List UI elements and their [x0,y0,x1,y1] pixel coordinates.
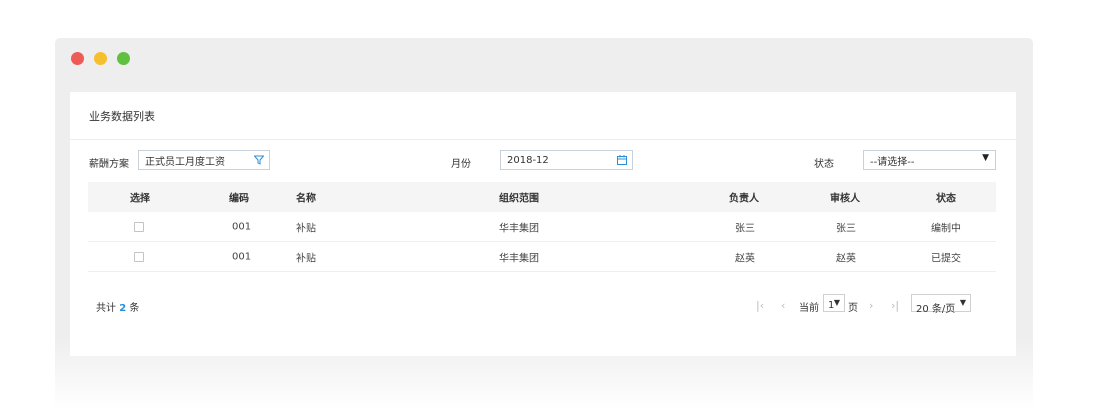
table-header: 选择 编码 名称 组织范围 负责人 审核人 状态 [88,182,996,212]
status-label: 状态 [814,159,834,170]
row-code: 001 [232,221,252,232]
total-number: 2 [119,303,127,314]
row-checkbox[interactable] [134,251,144,262]
col-header-name: 名称 [296,193,316,205]
scheme-label: 薪酬方案 [89,159,129,170]
prev-page-icon[interactable]: ‹ [781,299,785,312]
window-controls [71,52,130,65]
page-size-select[interactable]: 20 条/页 ▼ [911,294,971,315]
pagination: |‹ ‹ 当前 1 ▼ 页 › ›| 20 条/页 ▼ [756,294,996,315]
row-checkbox[interactable] [134,221,144,232]
col-header-code: 编码 [229,193,249,205]
row-name: 补贴 [296,223,316,234]
total-suffix: 条 [129,303,140,314]
total-count: 共计 2 条 [96,299,139,314]
status-select-value: --请选择-- [870,156,915,168]
row-code: 001 [232,251,252,262]
current-page-select[interactable]: 1 ▼ [823,294,845,312]
table-row[interactable]: 001 补贴 华丰集团 赵英 赵英 已提交 [88,242,996,272]
col-header-reviewer: 审核人 [830,193,860,205]
col-header-select: 选择 [130,193,150,205]
row-reviewer: 赵英 [836,253,856,264]
row-owner: 赵英 [735,253,755,264]
row-org: 华丰集团 [499,253,539,264]
current-page-label: 当前 [799,303,819,314]
month-label: 月份 [451,159,471,170]
minimize-button[interactable] [94,52,107,65]
row-owner: 张三 [735,223,755,234]
page-size-value: 20 条/页 [916,304,956,315]
row-name: 补贴 [296,253,316,264]
scheme-value: 正式员工月度工资 [145,156,225,168]
data-table: 选择 编码 名称 组织范围 负责人 审核人 状态 001 补贴 华丰集团 张三 … [88,182,996,272]
data-list-panel: 业务数据列表 薪酬方案 正式员工月度工资 月份 2018-12 状态 --请选择… [70,92,1016,356]
chevron-down-icon: ▼ [833,298,840,307]
calendar-icon[interactable] [616,154,628,166]
maximize-button[interactable] [117,52,130,65]
status-select[interactable]: --请选择-- ▼ [863,150,996,170]
row-status: 已提交 [931,253,961,264]
chevron-down-icon: ▼ [959,298,966,307]
month-value: 2018-12 [507,154,549,166]
next-page-icon[interactable]: › [869,299,873,312]
last-page-icon[interactable]: ›| [891,299,899,312]
scheme-select[interactable]: 正式员工月度工资 [138,150,270,170]
col-header-org: 组织范围 [499,193,539,205]
table-row[interactable]: 001 补贴 华丰集团 张三 张三 编制中 [88,212,996,242]
month-picker[interactable]: 2018-12 [500,150,633,170]
app-window: 业务数据列表 薪酬方案 正式员工月度工资 月份 2018-12 状态 --请选择… [55,38,1033,411]
filter-icon[interactable] [253,154,265,166]
page-suffix: 页 [848,303,858,314]
total-prefix: 共计 [96,303,116,314]
filter-bar: 薪酬方案 正式员工月度工资 月份 2018-12 状态 --请选择-- ▼ [70,140,1016,180]
col-header-status: 状态 [936,193,956,205]
row-status: 编制中 [931,223,961,234]
col-header-owner: 负责人 [729,193,759,205]
close-button[interactable] [71,52,84,65]
panel-title: 业务数据列表 [70,92,1016,140]
table-footer: 共计 2 条 |‹ ‹ 当前 1 ▼ 页 › ›| 20 条/页 ▼ [70,289,1016,319]
row-org: 华丰集团 [499,223,539,234]
chevron-down-icon[interactable]: ▼ [982,153,989,163]
first-page-icon[interactable]: |‹ [756,299,764,312]
row-reviewer: 张三 [836,223,856,234]
